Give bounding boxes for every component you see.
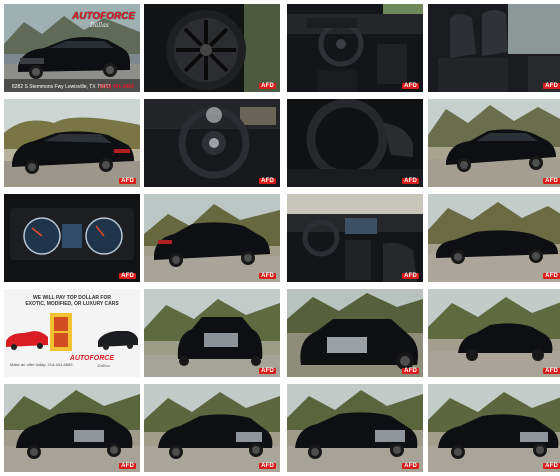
photo-thumbnail-4[interactable]: AFD: [428, 4, 560, 92]
exterior-front-photo: [144, 384, 280, 472]
dealer-phone: (214) 441-6669: [99, 84, 134, 90]
photo-thumbnail-15[interactable]: AFD: [428, 289, 560, 377]
dealer-badge: AFD: [402, 178, 419, 184]
dealer-badge: AFD: [119, 273, 136, 279]
photo-thumbnail-3[interactable]: AFD: [287, 4, 423, 92]
promo-dealer-logo: AUTOFORCE: [69, 355, 114, 362]
photo-thumbnail-11[interactable]: AFD: [287, 194, 423, 282]
photo-gallery-grid: AUTOFORCE Dallas 8282 S Stemmons Fwy Lew…: [0, 0, 560, 476]
dealer-badge: AFD: [259, 463, 276, 469]
dealer-badge: AFD: [543, 273, 560, 279]
dealer-badge: AFD: [259, 368, 276, 374]
photo-thumbnail-7[interactable]: AFD: [287, 99, 423, 187]
exterior-side-photo: [428, 194, 560, 282]
exterior-front-closeup-photo: [287, 289, 423, 377]
wheel-closeup-photo: [144, 4, 280, 92]
exterior-front-grille-photo: [144, 289, 280, 377]
address-banner: 8282 S Stemmons Fwy Lewisville, TX 75067…: [4, 79, 140, 92]
dealer-badge: AFD: [543, 368, 560, 374]
steering-wheel-detail-photo: [287, 99, 423, 187]
dealer-badge: AFD: [402, 368, 419, 374]
exterior-front-photo: [4, 384, 140, 472]
dealer-address: 8282 S Stemmons Fwy Lewisville, TX 75067: [12, 84, 111, 90]
photo-thumbnail-5[interactable]: AFD: [4, 99, 140, 187]
dealer-badge: AFD: [543, 178, 560, 184]
exterior-rear-three-quarter-photo: [4, 99, 140, 187]
interior-wide-photo: [287, 194, 423, 282]
dealer-logo-tagline: Dallas: [90, 22, 109, 29]
exterior-front-photo: [428, 384, 560, 472]
photo-thumbnail-18[interactable]: AFD: [287, 384, 423, 472]
exterior-front-photo: [287, 384, 423, 472]
photo-thumbnail-2[interactable]: AFD: [144, 4, 280, 92]
dealer-logo: AUTOFORCE: [72, 11, 136, 22]
dealer-badge: AFD: [259, 178, 276, 184]
promo-headline: WE WILL PAY TOP DOLLAR FOR EXOTIC, MODIF…: [18, 295, 126, 307]
photo-thumbnail-13[interactable]: AFD: [144, 289, 280, 377]
interior-dashboard-photo: [287, 4, 423, 92]
dealer-badge: AFD: [543, 83, 560, 89]
photo-thumbnail-1[interactable]: AUTOFORCE Dallas 8282 S Stemmons Fwy Lew…: [4, 4, 140, 92]
promo-thumbnail[interactable]: WE WILL PAY TOP DOLLAR FOR EXOTIC, MODIF…: [4, 289, 140, 377]
dealer-badge: AFD: [119, 178, 136, 184]
exterior-front-three-quarter-photo: [428, 289, 560, 377]
dealer-badge: AFD: [119, 463, 136, 469]
photo-thumbnail-6[interactable]: AFD: [144, 99, 280, 187]
dealer-badge: AFD: [259, 273, 276, 279]
photo-thumbnail-10[interactable]: AFD: [144, 194, 280, 282]
dealer-badge: AFD: [402, 273, 419, 279]
front-seats-photo: [428, 4, 560, 92]
promo-footer: Make an offer today: 214-441-6669: [10, 362, 73, 367]
promo-dealer-tagline: Dallas: [97, 363, 110, 368]
photo-thumbnail-19[interactable]: AFD: [428, 384, 560, 472]
exterior-front-photo: [428, 99, 560, 187]
dealer-badge: AFD: [402, 463, 419, 469]
photo-thumbnail-16[interactable]: AFD: [4, 384, 140, 472]
photo-thumbnail-12[interactable]: AFD: [428, 194, 560, 282]
photo-thumbnail-9[interactable]: AFD: [4, 194, 140, 282]
photo-thumbnail-8[interactable]: AFD: [428, 99, 560, 187]
instrument-cluster-photo: [4, 194, 140, 282]
photo-thumbnail-17[interactable]: AFD: [144, 384, 280, 472]
dealer-badge: AFD: [402, 83, 419, 89]
dealer-badge: AFD: [259, 83, 276, 89]
exterior-rear-photo: [144, 194, 280, 282]
promo-headline-line-2: EXOTIC, MODIFIED, OR LUXURY CARS: [25, 301, 119, 307]
dealer-badge: AFD: [543, 463, 560, 469]
photo-thumbnail-14[interactable]: AFD: [287, 289, 423, 377]
steering-wheel-photo: [144, 99, 280, 187]
